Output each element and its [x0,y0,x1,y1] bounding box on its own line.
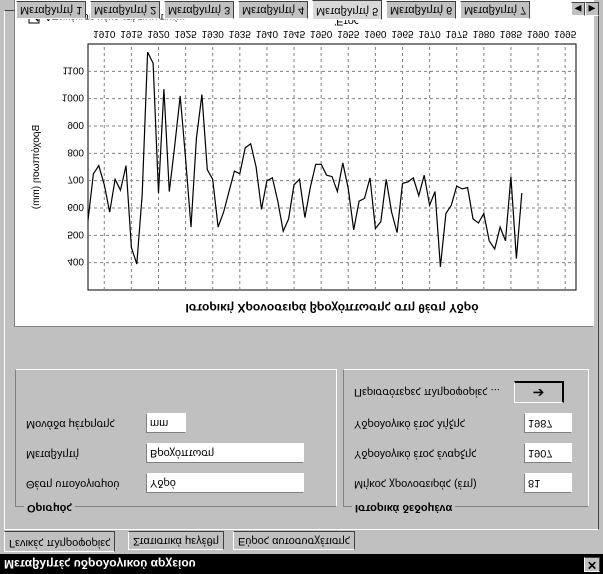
x-tick-label: 1980 [473,28,496,39]
x-tick-label: 1910 [93,28,116,39]
tab-label: Μεταβλητή 4 [242,4,305,16]
end-year-label: Υδρολογικό έτος λήξης [354,418,466,430]
series-length-label: Μήκος χρονοσειράς (έτη) [354,478,477,490]
chevron-right-icon: ▶ [588,4,596,14]
x-tick-label: 1940 [256,28,279,39]
y-tick-label: 800 [67,146,84,157]
tab-variable-4[interactable]: Μεταβλητή 4 [238,1,309,19]
close-button[interactable]: ✕ [584,557,600,572]
tab-autocorrelation[interactable]: Εύρος αυτοσυσχέτισης [233,531,356,550]
x-tick-label: 1975 [446,28,469,39]
y-tick-label: 500 [67,228,84,239]
rainfall-chart: 1910 1915 1920 1925 1930 1935 1940 1945 1950 1955… [28,11,577,315]
tab-scroll-arrows: ◀ ▶ [571,2,599,16]
x-tick-label: 1920 [147,28,170,39]
x-tick-label: 1925 [174,28,197,39]
y-axis-label: Βροχόπτωση (mm) [30,125,42,209]
historical-data-group: Ιστορικά δεδομένα Μήκος χρονοσειράς (έτη… [343,369,589,514]
x-tick-label: 1965 [391,28,414,39]
x-tick-label: 1945 [283,28,306,39]
tab-label: Μεταβλητή 6 [390,4,453,16]
more-info-label: Περισσότερες πληροφορίες ... [354,386,500,398]
x-tick-label: 1930 [202,28,225,39]
x-tick-label: 1995 [554,28,577,39]
x-tick-label: 1915 [120,28,143,39]
application-window: Μεταβλητές υδρολογικού αρχείου ✕ Γενικές… [0,0,603,574]
scroll-right-button[interactable]: ▶ [585,2,599,16]
y-tick-label: 1000 [62,92,85,103]
tab-statistics[interactable]: Στατιστικά μεγέθη [128,531,224,550]
chevron-left-icon: ◀ [574,4,582,14]
series-length-field[interactable]: 81 [524,473,572,493]
tab-label: Στατιστικά μεγέθη [133,535,219,547]
unit-label: Μονάδα μέτρησης [26,418,115,430]
window-title: Μεταβλητές υδρολογικού αρχείου [4,557,196,571]
info-tab-strip: Γενικές πληροφορίες Στατιστικά μεγέθη Εύ… [4,530,599,552]
x-tick-label: 1955 [337,28,360,39]
tab-label: Μεταβλητή 7 [464,4,527,16]
location-label: Θέση υπολογισμού [26,478,120,490]
tab-variable-6[interactable]: Μεταβλητή 6 [386,1,457,19]
variable-label: Μεταβλητή [26,448,80,460]
y-tick-label: 900 [67,119,84,130]
scroll-left-button[interactable]: ◀ [571,2,585,16]
tab-label: Μεταβλητή 2 [94,4,157,16]
x-tick-label: 1950 [310,28,333,39]
definition-group: Ορισμός Θέση υπολογισμού Υδρό Μεταβλητή … [15,369,337,514]
y-tick-label: 600 [67,201,84,212]
arrow-right-icon: ➔ [532,385,545,401]
historical-data-group-title: Ιστορικά δεδομένα [352,502,456,514]
tab-variable-3[interactable]: Μεταβλητή 3 [164,1,235,19]
close-icon: ✕ [586,558,598,572]
variable-tab-strip: Μεταβλητή 1 Μεταβλητή 2 Μεταβλητή 3 Μετα… [4,0,599,20]
x-tick-label: 1985 [500,28,523,39]
start-year-field[interactable]: 1907 [524,443,572,463]
x-tick-label: 1935 [229,28,252,39]
variable-field[interactable]: Βροχόπτωση [146,443,304,463]
y-tick-label: 1100 [62,64,84,75]
location-field[interactable]: Υδρό [146,473,304,493]
unit-field[interactable]: mm [146,413,186,433]
x-tick-label: 1960 [364,28,387,39]
end-year-field[interactable]: 1987 [524,413,572,433]
x-tick-label: 1970 [418,28,441,39]
tab-general-info[interactable]: Γενικές πληροφορίες [4,531,116,552]
plot-area [87,43,577,291]
y-tick-label: 700 [67,174,84,185]
x-tick-label: 1990 [527,28,550,39]
tab-variable-7[interactable]: Μεταβλητή 7 [460,1,531,19]
tab-variable-2[interactable]: Μεταβλητή 2 [90,1,161,19]
title-bar: Μεταβλητές υδρολογικού αρχείου ✕ [0,554,603,574]
tab-variable-5[interactable]: Μεταβλητή 5 [312,0,383,20]
definition-group-title: Ορισμός [24,502,76,514]
tab-label: Γενικές πληροφορίες [9,537,111,549]
y-tick-label: 400 [67,256,84,267]
chart-title: Ιστορική Χρονοσειρά βροχόπτωσης στη θέση… [185,301,478,315]
tab-variable-1[interactable]: Μεταβλητή 1 [16,1,87,19]
variable-panel: Ορισμός Θέση υπολογισμού Υδρό Μεταβλητή … [4,0,599,530]
tab-label: Εύρος αυτοσυσχέτισης [238,535,351,547]
tab-label: Μεταβλητή 1 [20,4,83,16]
tab-label: Μεταβλητή 3 [168,4,231,16]
chart-panel: 1910 1915 1920 1925 1930 1935 1940 1945 1950 1955… [14,0,594,327]
more-info-button[interactable]: ➔ [514,381,564,403]
start-year-label: Υδρολογικό έτος έναρξης [354,448,477,460]
tab-label: Μεταβλητή 5 [316,5,379,17]
